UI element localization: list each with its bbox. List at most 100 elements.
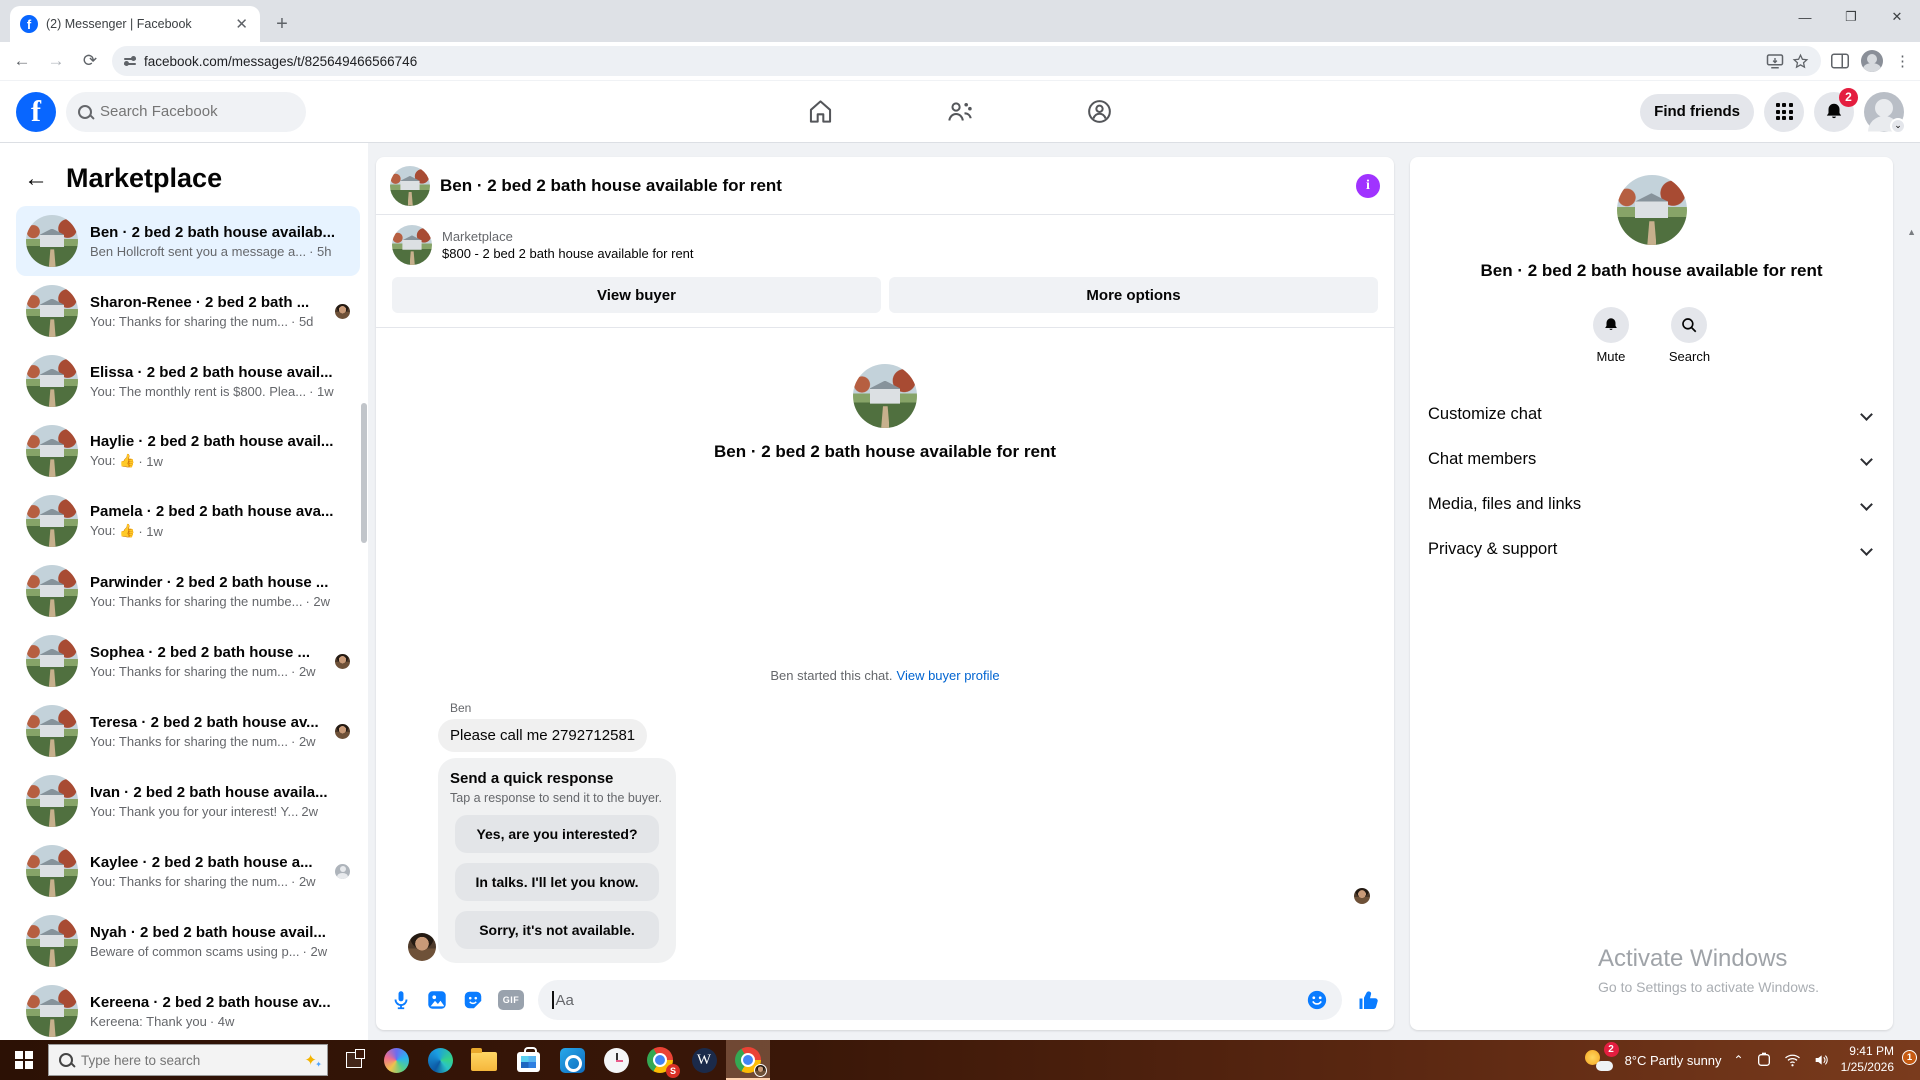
message-group: Ben Please call me 2792712581 Send a qui… (394, 701, 814, 963)
browser-menu-icon[interactable]: ⋮ (1895, 52, 1910, 70)
conversation-preview: Kereena: Thank you (90, 1014, 207, 1029)
quick-response-option-1[interactable]: Yes, are you interested? (455, 815, 659, 853)
window-minimize-button[interactable]: — (1782, 0, 1828, 34)
url-bar[interactable]: facebook.com/messages/t/825649466566746 (112, 46, 1821, 76)
conversation-title: Pamela · 2 bed 2 bath house ava... (90, 503, 350, 520)
section-chat-members[interactable]: Chat members (1410, 437, 1893, 482)
taskbar-app-copilot[interactable] (374, 1040, 418, 1080)
taskbar-search-input[interactable] (81, 1053, 296, 1068)
chat-avatar[interactable] (390, 166, 430, 206)
conversation-preview: You: The monthly rent is $800. Plea... (90, 384, 306, 399)
quick-response-option-3[interactable]: Sorry, it's not available. (455, 911, 659, 949)
wifi-icon[interactable] (1784, 1053, 1801, 1067)
conversation-row-ben[interactable]: Ben · 2 bed 2 bath house availab... Ben … (16, 206, 360, 276)
attach-image-icon[interactable] (426, 989, 448, 1011)
section-privacy-support[interactable]: Privacy & support (1410, 527, 1893, 572)
view-buyer-button[interactable]: View buyer (392, 277, 881, 313)
home-icon[interactable] (807, 98, 834, 125)
taskbar-app-file-explorer[interactable] (462, 1040, 506, 1080)
activate-windows-line2: Go to Settings to activate Windows. (1598, 979, 1819, 995)
back-button[interactable]: ← (10, 51, 34, 71)
mute-action[interactable]: Mute (1593, 307, 1629, 364)
facebook-logo-icon[interactable]: f (16, 92, 56, 132)
conversation-time: · 5h (309, 244, 331, 259)
conversation-time: 2w (301, 804, 318, 819)
conversation-row-elissa[interactable]: Elissa · 2 bed 2 bath house avail... You… (16, 346, 360, 416)
side-panel-icon[interactable] (1831, 53, 1849, 69)
voice-clip-icon[interactable] (390, 989, 412, 1011)
sidebar-scrollbar[interactable] (361, 403, 367, 543)
message-input[interactable]: Aa (538, 980, 1342, 1020)
page-scrollbar-up-arrow[interactable]: ▲ (1907, 227, 1916, 237)
conversation-row-teresa[interactable]: Teresa · 2 bed 2 bath house av... You: T… (16, 696, 360, 766)
quick-response-option-2[interactable]: In talks. I'll let you know. (455, 863, 659, 901)
taskbar-app-store[interactable] (506, 1040, 550, 1080)
tab-close-icon[interactable]: ✕ (233, 15, 250, 33)
bookmark-star-icon[interactable] (1792, 53, 1809, 70)
browser-profile-avatar[interactable] (1861, 50, 1883, 72)
view-buyer-profile-link[interactable]: View buyer profile (897, 668, 1000, 683)
conversation-row-sharon-renee[interactable]: Sharon-Renee · 2 bed 2 bath ... You: Tha… (16, 276, 360, 346)
window-maximize-button[interactable]: ❐ (1828, 0, 1874, 34)
weather-icon[interactable]: 2 (1585, 1048, 1613, 1072)
notifications-button[interactable]: 2 (1814, 92, 1854, 132)
groups-icon[interactable] (1086, 98, 1113, 125)
start-button[interactable] (0, 1040, 48, 1080)
browser-toolbar: ← → ⟳ facebook.com/messages/t/8256494665… (0, 42, 1920, 80)
apps-menu-button[interactable] (1764, 92, 1804, 132)
conversation-row-haylie[interactable]: Haylie · 2 bed 2 bath house avail... You… (16, 416, 360, 486)
forward-button[interactable]: → (44, 51, 68, 71)
conversation-row-parwinder[interactable]: Parwinder · 2 bed 2 bath house ... You: … (16, 556, 360, 626)
new-tab-button[interactable]: + (268, 10, 296, 38)
conversation-title: Elissa · 2 bed 2 bath house avail... (90, 364, 350, 381)
conversation-title: Sharon-Renee · 2 bed 2 bath ... (90, 294, 323, 311)
tray-device-icon[interactable] (1756, 1052, 1772, 1068)
conversation-row-kaylee[interactable]: Kaylee · 2 bed 2 bath house a... You: Th… (16, 836, 360, 906)
conversation-row-pamela[interactable]: Pamela · 2 bed 2 bath house ava... You: … (16, 486, 360, 556)
search-action[interactable]: Search (1669, 307, 1710, 364)
banner-source: Marketplace (442, 229, 694, 244)
conversation-row-nyah[interactable]: Nyah · 2 bed 2 bath house avail... Bewar… (16, 906, 360, 976)
facebook-search-input[interactable] (100, 103, 280, 120)
site-settings-icon[interactable] (124, 58, 136, 65)
taskbar-clock[interactable]: 9:41 PM 1/25/2026 (1841, 1044, 1894, 1075)
browser-tab[interactable]: f (2) Messenger | Facebook ✕ (10, 6, 260, 42)
gif-icon[interactable]: GIF (498, 990, 524, 1010)
conversation-row-ivan[interactable]: Ivan · 2 bed 2 bath house availa... You:… (16, 766, 360, 836)
taskbar-app-chrome-profile[interactable]: S (638, 1040, 682, 1080)
taskbar-app-outlook[interactable] (550, 1040, 594, 1080)
section-customize-chat[interactable]: Customize chat (1410, 392, 1893, 437)
conversation-title: Haylie · 2 bed 2 bath house avail... (90, 433, 350, 450)
chevron-down-icon: ⌄ (1890, 118, 1906, 134)
taskbar-app-edge[interactable] (418, 1040, 462, 1080)
find-friends-button[interactable]: Find friends (1640, 94, 1754, 130)
taskbar-app-chrome-active[interactable] (726, 1040, 770, 1080)
thumbs-up-icon[interactable] (1356, 988, 1380, 1012)
conversation-row-sophea[interactable]: Sophea · 2 bed 2 bath house ... You: Tha… (16, 626, 360, 696)
conversation-row-kereena[interactable]: Kereena · 2 bed 2 bath house av... Keree… (16, 976, 360, 1046)
search-highlights-icon: ✦ (304, 1051, 317, 1069)
profile-avatar[interactable]: ⌄ (1864, 92, 1904, 132)
volume-icon[interactable] (1813, 1052, 1829, 1068)
sticker-icon[interactable] (462, 989, 484, 1011)
taskbar-search[interactable]: ✦ (48, 1044, 328, 1076)
clock-date: 1/25/2026 (1841, 1060, 1894, 1076)
tray-overflow-icon[interactable]: ⌃ (1734, 1053, 1744, 1067)
more-options-button[interactable]: More options (889, 277, 1378, 313)
taskbar-app-clock[interactable] (594, 1040, 638, 1080)
emoji-icon[interactable] (1306, 989, 1328, 1011)
facebook-search[interactable] (66, 92, 306, 132)
window-close-button[interactable]: ✕ (1874, 0, 1920, 34)
taskbar-app-wordpress[interactable]: W (682, 1040, 726, 1080)
message-bubble[interactable]: Please call me 2792712581 (438, 719, 647, 752)
task-view-button[interactable] (334, 1040, 374, 1080)
search-label: Search (1669, 349, 1710, 364)
reload-button[interactable]: ⟳ (78, 51, 102, 71)
microsoft-store-icon (517, 1052, 540, 1072)
section-media-files-links[interactable]: Media, files and links (1410, 482, 1893, 527)
weather-text[interactable]: 8°C Partly sunny (1625, 1053, 1722, 1068)
back-arrow-icon[interactable]: ← (24, 165, 48, 193)
send-to-device-icon[interactable] (1766, 53, 1784, 69)
friends-icon[interactable] (946, 98, 974, 125)
conversation-info-icon[interactable]: i (1356, 174, 1380, 198)
